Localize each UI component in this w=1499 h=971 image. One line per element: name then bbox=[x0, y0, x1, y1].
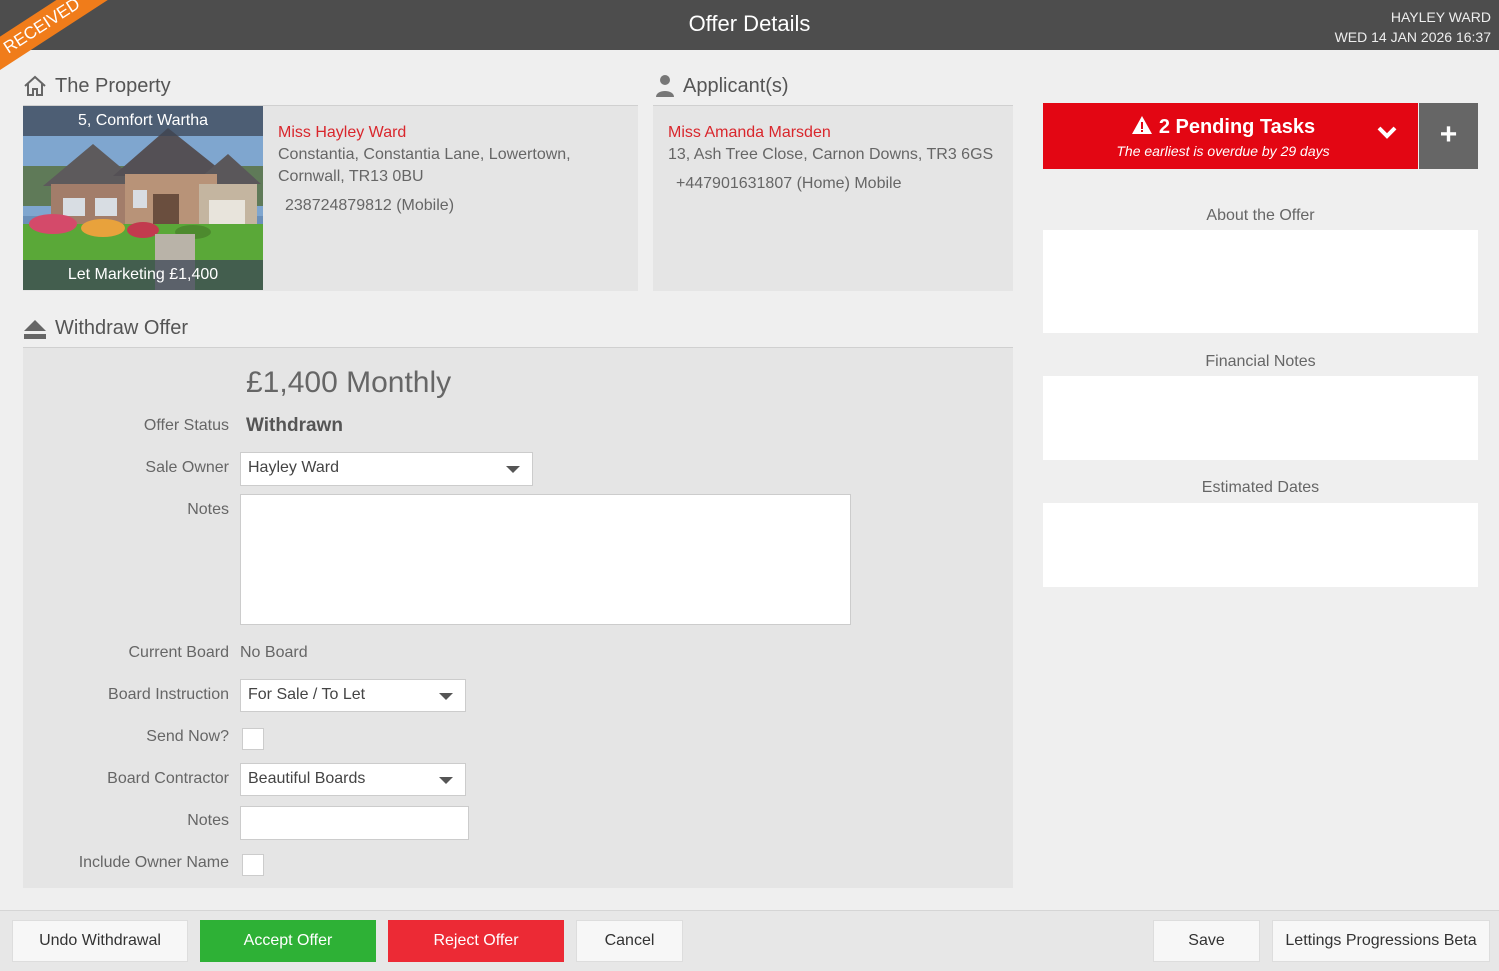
current-datetime: WED 14 JAN 2026 16:37 bbox=[1334, 29, 1491, 45]
warning-icon bbox=[1131, 116, 1152, 134]
chevron-down-icon[interactable] bbox=[1376, 125, 1398, 141]
save-button[interactable]: Save bbox=[1153, 920, 1260, 962]
pending-tasks-banner[interactable]: 2 Pending Tasks The earliest is overdue … bbox=[1043, 103, 1418, 169]
page-title: Offer Details bbox=[688, 11, 811, 36]
offer-status-label: Offer Status bbox=[143, 417, 229, 434]
property-photo[interactable]: 5, Comfort Wartha Let Marketing £1,400 bbox=[23, 106, 263, 290]
status-ribbon: RECEIVED bbox=[0, 0, 130, 80]
board-notes-label: Notes bbox=[187, 812, 229, 829]
estimated-dates-box[interactable] bbox=[1043, 503, 1478, 587]
eject-icon bbox=[24, 320, 46, 339]
user-info: HAYLEY WARD WED 14 JAN 2026 16:37 bbox=[1335, 7, 1491, 47]
chevron-down-icon bbox=[439, 777, 453, 784]
person-icon bbox=[656, 75, 674, 97]
include-owner-checkbox[interactable] bbox=[242, 854, 264, 876]
about-offer-label: About the Offer bbox=[1206, 207, 1315, 224]
chevron-down-icon bbox=[506, 466, 520, 473]
notes-label: Notes bbox=[187, 501, 229, 518]
withdraw-heading-label: Withdraw Offer bbox=[55, 316, 188, 339]
cancel-button[interactable]: Cancel bbox=[576, 920, 683, 962]
user-name: HAYLEY WARD bbox=[1390, 9, 1491, 25]
withdraw-heading: Withdraw Offer bbox=[23, 316, 188, 340]
add-task-button[interactable]: + bbox=[1419, 103, 1478, 169]
about-offer-box[interactable] bbox=[1043, 230, 1478, 333]
chevron-down-icon bbox=[439, 693, 453, 700]
received-ribbon-label: RECEIVED bbox=[0, 0, 117, 80]
estimated-dates-label: Estimated Dates bbox=[1201, 479, 1320, 496]
financial-notes-label: Financial Notes bbox=[1205, 353, 1316, 370]
board-contractor-select[interactable]: Beautiful Boards bbox=[240, 763, 466, 796]
top-bar: Offer Details HAYLEY WARD WED 14 JAN 202… bbox=[0, 0, 1499, 50]
board-notes-input[interactable] bbox=[240, 806, 469, 840]
send-now-label: Send Now? bbox=[146, 728, 229, 745]
sale-owner-label: Sale Owner bbox=[145, 459, 229, 476]
board-contractor-label: Board Contractor bbox=[107, 770, 229, 787]
applicant-address: 13, Ash Tree Close, Carnon Downs, TR3 6G… bbox=[668, 146, 994, 163]
current-board-value: No Board bbox=[240, 644, 308, 661]
property-photo-title: 5, Comfort Wartha bbox=[23, 106, 263, 136]
applicant-heading-label: Applicant(s) bbox=[683, 74, 789, 97]
lettings-progressions-button[interactable]: Lettings Progressions Beta bbox=[1272, 920, 1490, 962]
property-address-line2: Cornwall, TR13 0BU bbox=[278, 168, 424, 185]
undo-withdrawal-button[interactable]: Undo Withdrawal bbox=[12, 920, 188, 962]
applicant-phone: +447901631807 (Home) Mobile bbox=[676, 175, 902, 192]
board-instruction-value: For Sale / To Let bbox=[248, 686, 366, 703]
property-owner-info: Miss Hayley Ward Constantia, Constantia … bbox=[278, 122, 628, 217]
board-instruction-select[interactable]: For Sale / To Let bbox=[240, 679, 466, 712]
pending-tasks-title-text: 2 Pending Tasks bbox=[1158, 116, 1316, 138]
applicant-info: Miss Amanda Marsden 13, Ash Tree Close, … bbox=[668, 122, 1008, 195]
reject-offer-button[interactable]: Reject Offer bbox=[388, 920, 564, 962]
pending-tasks-title: 2 Pending Tasks bbox=[1043, 115, 1403, 139]
property-photo-caption: Let Marketing £1,400 bbox=[23, 260, 263, 290]
offer-amount: £1,400 Monthly bbox=[246, 366, 452, 399]
offer-status-value: Withdrawn bbox=[246, 415, 343, 436]
send-now-checkbox[interactable] bbox=[242, 728, 264, 750]
applicant-name-link[interactable]: Miss Amanda Marsden bbox=[668, 122, 1008, 144]
pending-tasks-subtitle: The earliest is overdue by 29 days bbox=[1116, 143, 1330, 159]
include-owner-label: Include Owner Name bbox=[78, 854, 229, 871]
board-instruction-label: Board Instruction bbox=[108, 686, 229, 703]
current-board-label: Current Board bbox=[128, 644, 230, 661]
property-owner-phone: 238724879812 (Mobile) bbox=[285, 197, 455, 214]
sale-owner-select[interactable]: Hayley Ward bbox=[240, 452, 533, 486]
property-owner-link[interactable]: Miss Hayley Ward bbox=[278, 122, 628, 144]
accept-offer-button[interactable]: Accept Offer bbox=[200, 920, 376, 962]
financial-notes-box[interactable] bbox=[1043, 376, 1478, 460]
board-contractor-value: Beautiful Boards bbox=[248, 770, 366, 787]
applicant-heading: Applicant(s) bbox=[655, 74, 789, 98]
property-address-line1: Constantia, Constantia Lane, Lowertown, bbox=[278, 146, 571, 163]
sale-owner-value: Hayley Ward bbox=[248, 459, 339, 476]
notes-textarea[interactable] bbox=[240, 494, 851, 625]
